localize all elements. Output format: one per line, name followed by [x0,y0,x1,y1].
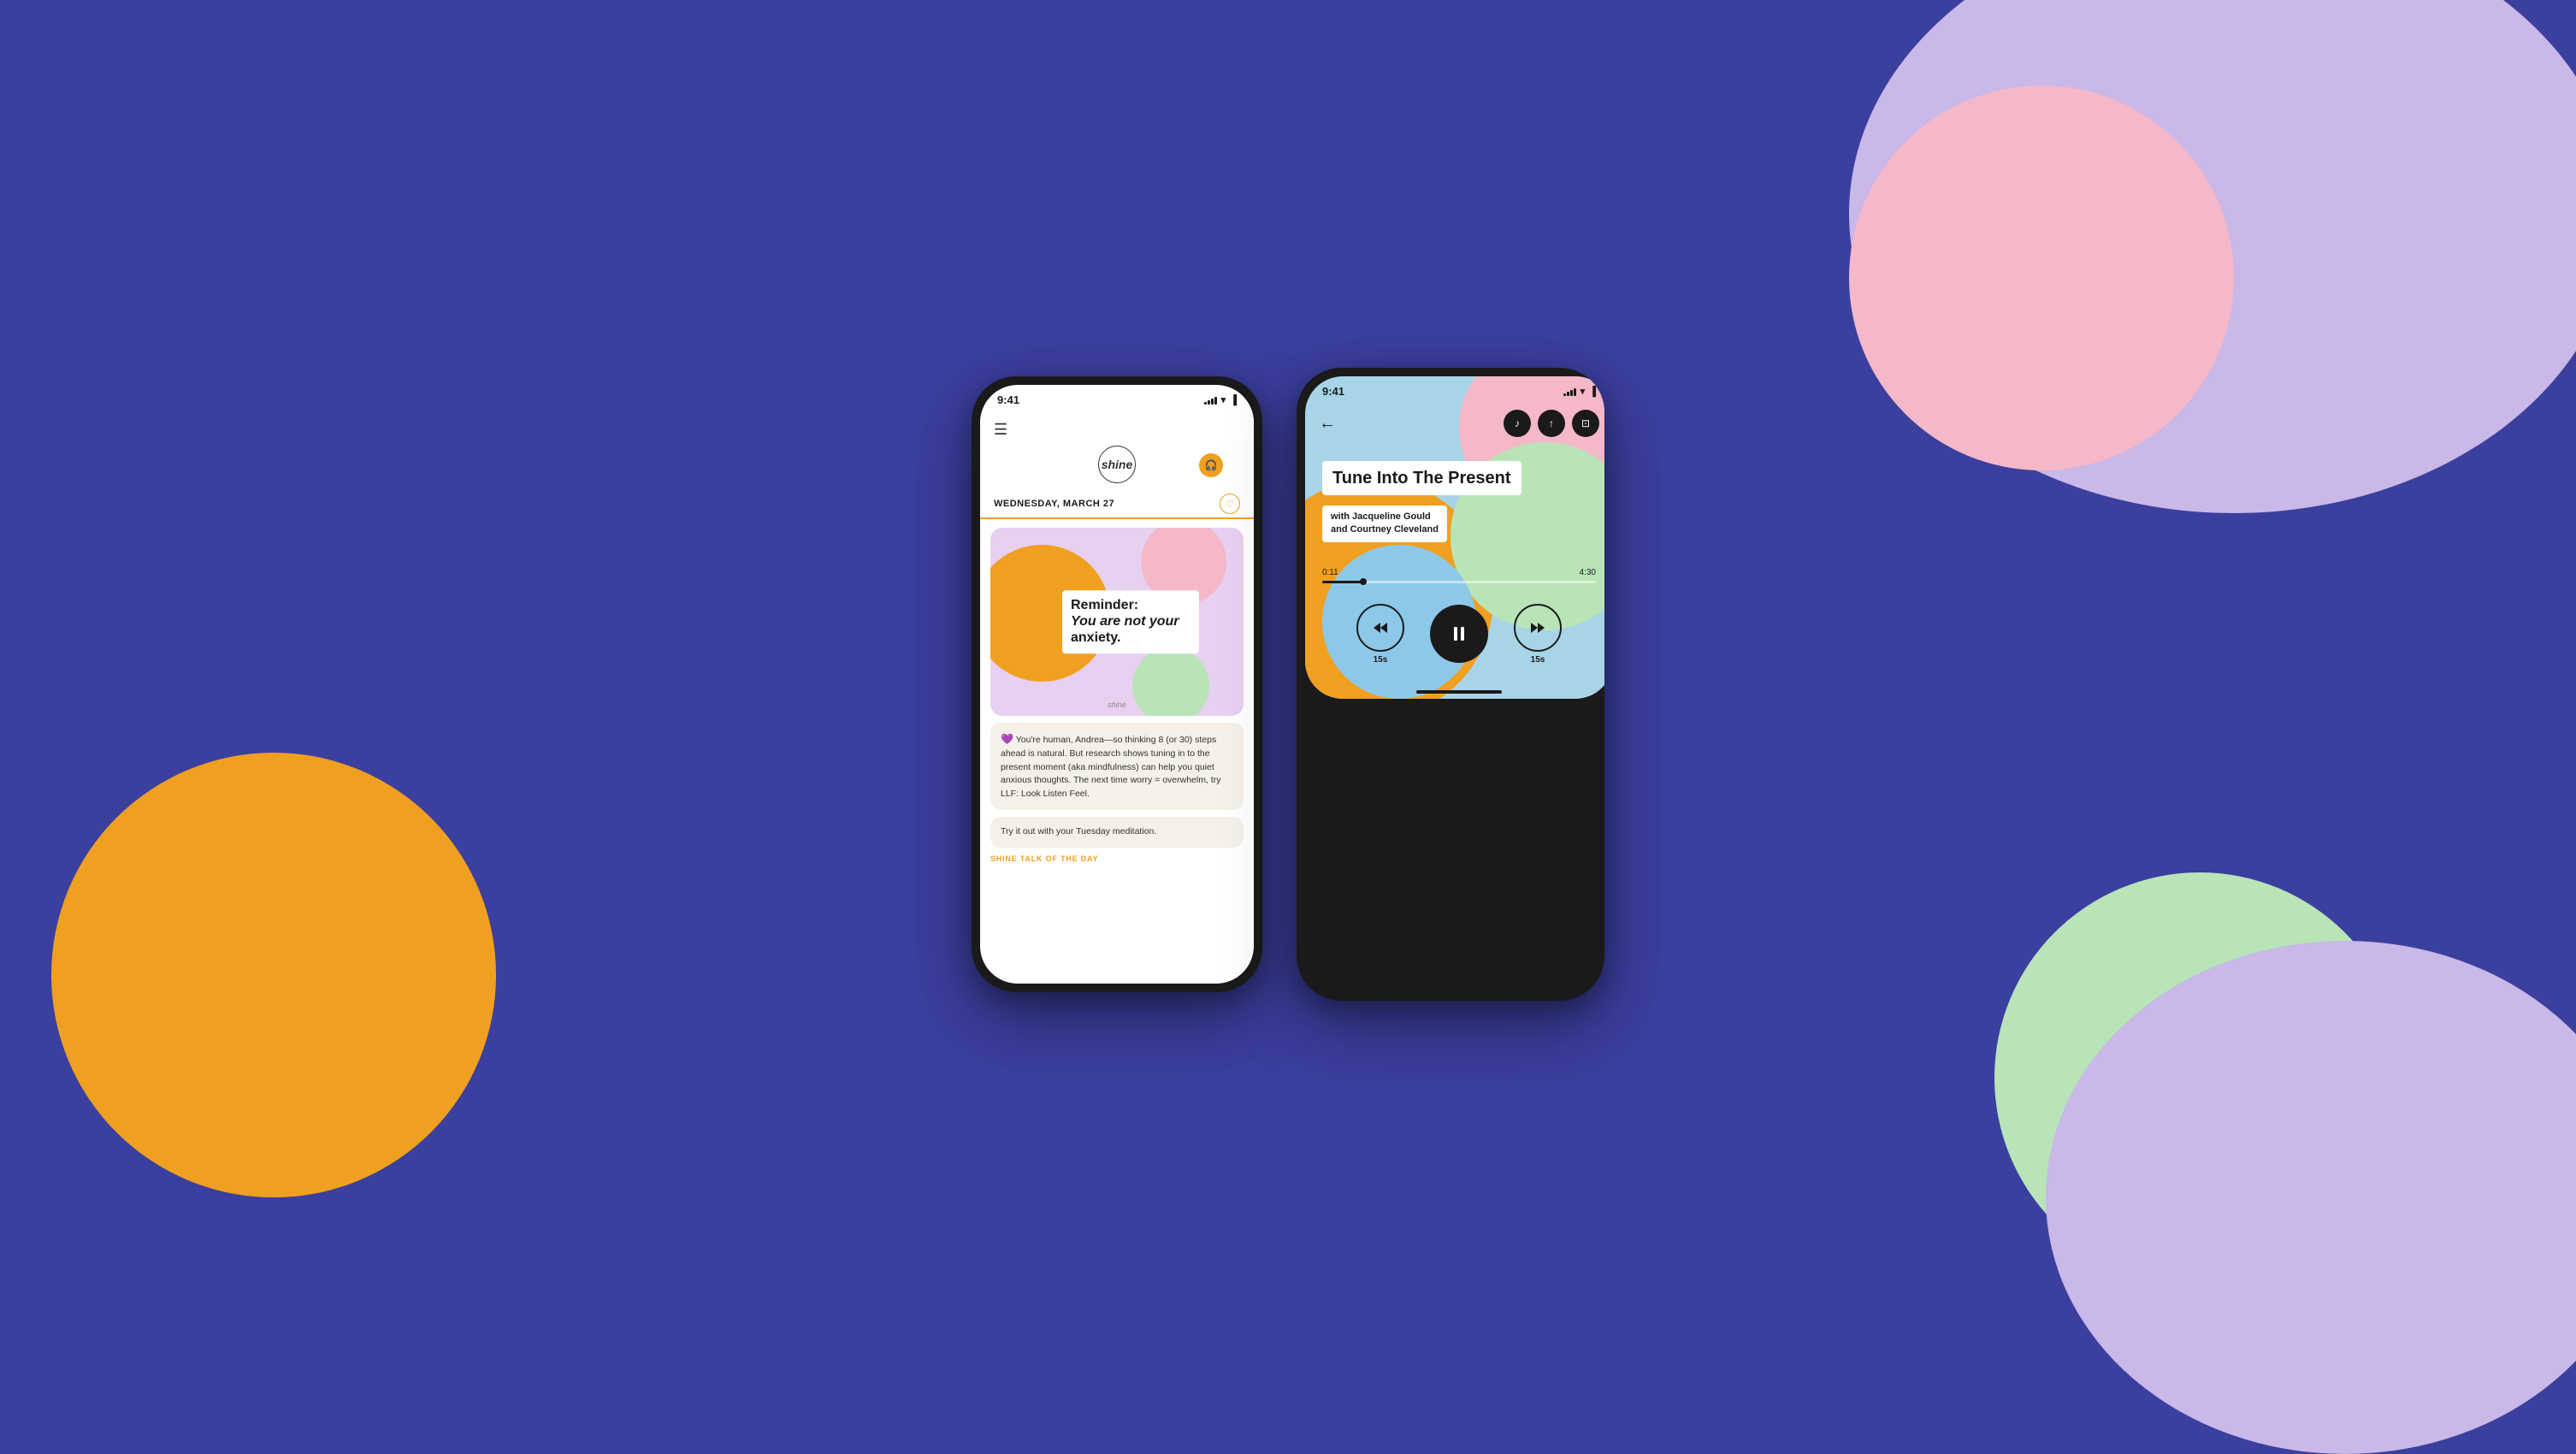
forward-label: 15s [1531,655,1545,665]
card-headline-line1: Reminder: [1071,597,1191,613]
audio-subtitle-line2: and Courtney Cleveland [1331,523,1439,536]
progress-area: 0:11 4:30 [1322,568,1596,583]
left-status-icons: ▾ ▐ [1204,394,1237,405]
card-watermark: shine [1108,700,1126,709]
forward-button[interactable] [1514,604,1562,652]
progress-bar-track[interactable] [1322,581,1596,583]
wifi-icon: ▾ [1221,394,1226,405]
bg-blob-pink [1849,86,2234,470]
headphone-icon[interactable]: 🎧 [1199,453,1223,477]
phones-container: 9:41 ▾ ▐ ☰ shine [972,368,1604,1001]
pause-button[interactable] [1430,605,1488,663]
right-battery-icon: ▐ [1589,387,1596,397]
shine-logo: shine [1098,446,1136,483]
rewind-icon [1372,619,1389,636]
share-button[interactable]: ↑ [1538,410,1565,437]
phone-right: 9:41 ▾ ▐ ← ♪ [1297,368,1604,1001]
right-status-bar: 9:41 ▾ ▐ [1305,376,1604,403]
bubble-emoji: 💜 [1001,733,1013,745]
rewind-button[interactable] [1356,604,1404,652]
bookmark-icon: ⊡ [1581,417,1590,429]
heart-icon[interactable]: ♡ [1220,494,1240,514]
card-text: Reminder: You are not your anxiety. [1062,590,1199,653]
bubble-text-2: Try it out with your Tuesday meditation. [1001,826,1156,836]
right-wifi-icon: ▾ [1580,386,1586,397]
bubble-text-1: You're human, Andrea—so thinking 8 (or 3… [1001,735,1220,799]
progress-dot [1360,578,1367,585]
date-bar: WEDNESDAY, MARCH 27 ♡ [980,488,1254,519]
card-headline-line2: You are not your [1071,613,1191,629]
back-button[interactable]: ← [1319,414,1336,434]
audio-title-box: Tune Into The Present [1322,461,1521,495]
forward-group: 15s [1514,604,1562,665]
audio-subtitle-box: with Jacqueline Gould and Courtney Cleve… [1322,505,1447,542]
audio-subtitle-line1: with Jacqueline Gould [1331,511,1439,523]
text-bubble-1: 💜 You're human, Andrea—so thinking 8 (or… [990,723,1244,810]
bg-blob-orange [51,753,496,1197]
left-content: Reminder: You are not your anxiety. shin… [980,519,1254,984]
music-note-icon: ♪ [1515,417,1520,429]
bookmark-button[interactable]: ⊡ [1572,410,1599,437]
audio-title: Tune Into The Present [1332,468,1511,488]
forward-icon [1529,619,1546,636]
audio-controls: 15s [1322,604,1596,665]
battery-icon: ▐ [1230,395,1237,405]
rewind-group: 15s [1356,604,1404,665]
right-status-icons: ▾ ▐ [1563,386,1596,397]
date-text: WEDNESDAY, MARCH 27 [994,499,1114,509]
time-current: 0:11 [1322,568,1338,577]
header-icons: ♪ ↑ ⊡ [1504,410,1599,437]
card-blob-green [1132,647,1209,716]
right-signal-icon [1563,387,1576,396]
share-icon: ↑ [1549,417,1554,429]
left-header: ☰ shine 🎧 [980,411,1254,488]
right-header: ← ♪ ↑ ⊡ [1305,403,1604,444]
shine-logo-area: shine 🎧 [994,442,1240,488]
hamburger-menu[interactable]: ☰ [994,422,1240,437]
time-total: 4:30 [1580,568,1596,577]
card-headline-line3: anxiety. [1071,630,1191,647]
right-screen: 9:41 ▾ ▐ ← ♪ [1305,376,1604,699]
left-screen: 9:41 ▾ ▐ ☰ shine [980,385,1254,984]
shine-talk-label: SHINE TALK OF THE DAY [990,854,1244,863]
music-note-button[interactable]: ♪ [1504,410,1531,437]
phone-left: 9:41 ▾ ▐ ☰ shine [972,376,1262,992]
text-bubble-2: Try it out with your Tuesday meditation. [990,817,1244,848]
progress-bar-fill [1322,581,1363,583]
featured-card[interactable]: Reminder: You are not your anxiety. shin… [990,528,1244,716]
left-status-bar: 9:41 ▾ ▐ [980,385,1254,411]
rewind-label: 15s [1374,655,1388,665]
progress-times: 0:11 4:30 [1322,568,1596,577]
pause-icon [1450,624,1468,643]
left-time: 9:41 [997,393,1019,406]
audio-content: Tune Into The Present with Jacqueline Go… [1305,444,1604,699]
signal-icon [1204,396,1217,405]
right-time: 9:41 [1322,385,1344,398]
